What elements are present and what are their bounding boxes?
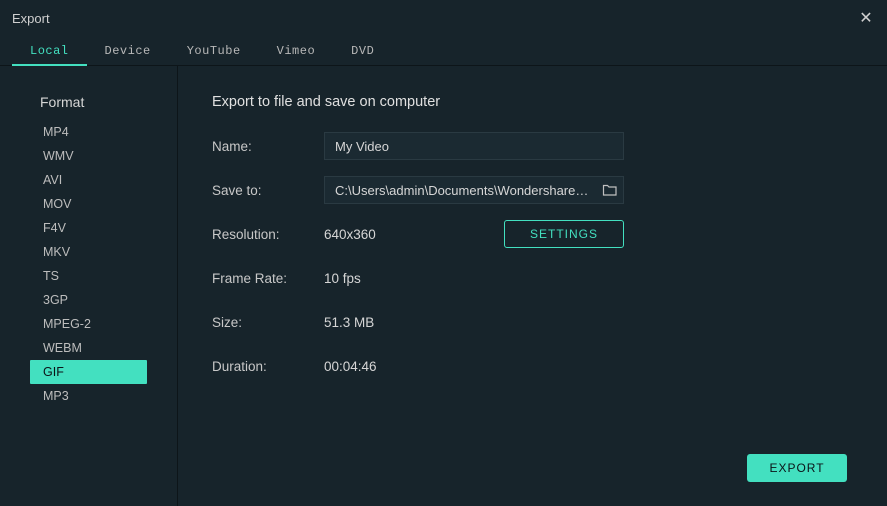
export-button[interactable]: EXPORT [747,454,847,482]
name-label: Name: [212,139,324,154]
size-label: Size: [212,315,324,330]
format-item-avi[interactable]: AVI [30,168,147,192]
size-row: Size: 51.3 MB [212,308,853,336]
format-heading: Format [0,86,177,120]
tab-device[interactable]: Device [87,36,169,66]
format-list: MP4 WMV AVI MOV F4V MKV TS 3GP MPEG-2 WE… [0,120,177,408]
duration-label: Duration: [212,359,324,374]
tabs: Local Device YouTube Vimeo DVD [0,36,887,66]
folder-icon[interactable] [597,177,623,203]
titlebar: Export ✕ [0,0,887,36]
resolution-label: Resolution: [212,227,324,242]
body: Format MP4 WMV AVI MOV F4V MKV TS 3GP MP… [0,66,887,506]
format-item-ts[interactable]: TS [30,264,147,288]
resolution-value: 640x360 [324,227,504,242]
size-value: 51.3 MB [324,315,504,330]
saveto-row: Save to: [212,176,853,204]
format-item-webm[interactable]: WEBM [30,336,147,360]
format-item-wmv[interactable]: WMV [30,144,147,168]
resolution-row: Resolution: 640x360 SETTINGS [212,220,853,248]
export-heading: Export to file and save on computer [212,94,853,110]
tab-dvd[interactable]: DVD [333,36,392,66]
format-item-f4v[interactable]: F4V [30,216,147,240]
tab-local[interactable]: Local [12,36,87,66]
tab-youtube[interactable]: YouTube [169,36,259,66]
format-item-3gp[interactable]: 3GP [30,288,147,312]
format-item-mov[interactable]: MOV [30,192,147,216]
format-item-gif[interactable]: GIF [30,360,147,384]
framerate-row: Frame Rate: 10 fps [212,264,853,292]
format-item-mp4[interactable]: MP4 [30,120,147,144]
main-panel: Export to file and save on computer Name… [178,66,887,506]
name-input[interactable] [324,132,624,160]
saveto-input[interactable] [325,177,597,203]
format-item-mkv[interactable]: MKV [30,240,147,264]
framerate-label: Frame Rate: [212,271,324,286]
framerate-value: 10 fps [324,271,504,286]
settings-button[interactable]: SETTINGS [504,220,624,248]
duration-value: 00:04:46 [324,359,504,374]
sidebar: Format MP4 WMV AVI MOV F4V MKV TS 3GP MP… [0,66,178,506]
tab-vimeo[interactable]: Vimeo [259,36,334,66]
close-icon[interactable]: ✕ [857,8,875,28]
duration-row: Duration: 00:04:46 [212,352,853,380]
format-item-mpeg2[interactable]: MPEG-2 [30,312,147,336]
window-title: Export [12,11,50,26]
saveto-field [324,176,624,204]
saveto-label: Save to: [212,183,324,198]
format-item-mp3[interactable]: MP3 [30,384,147,408]
name-row: Name: [212,132,853,160]
